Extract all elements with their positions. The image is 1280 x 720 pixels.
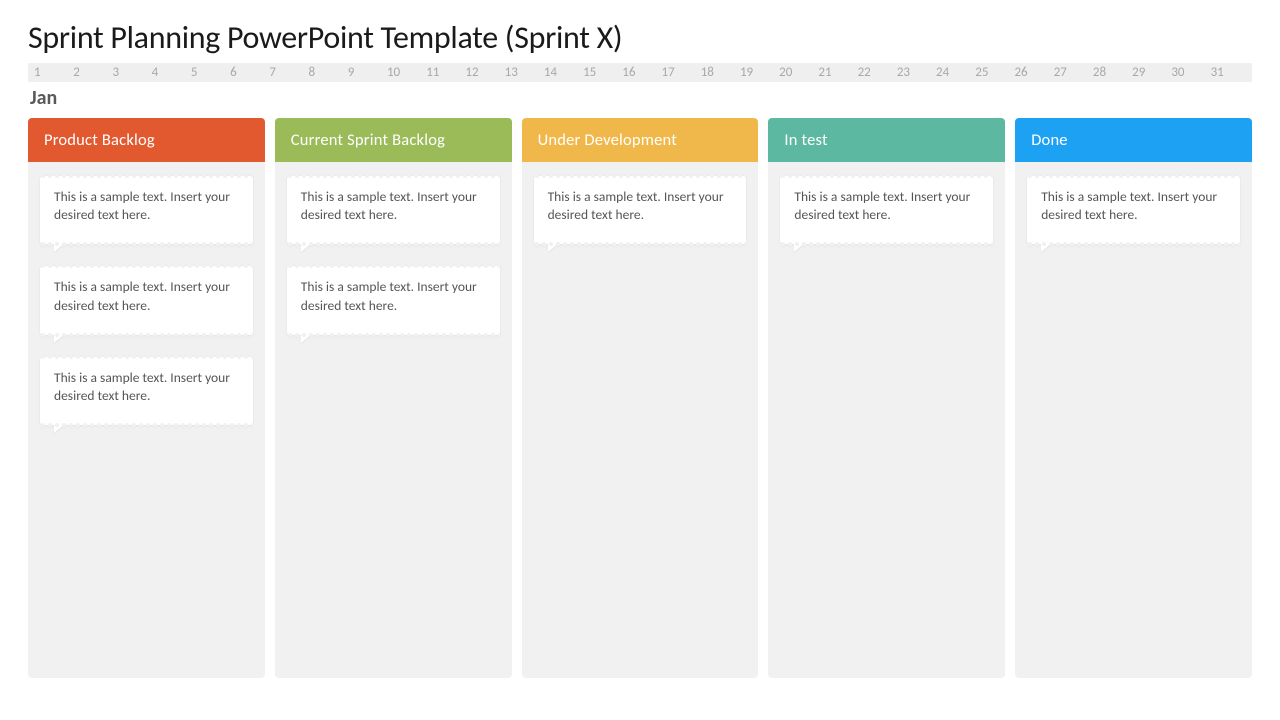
task-card[interactable]: This is a sample text. Insert your desir… (287, 176, 500, 244)
speech-tail-icon (548, 242, 560, 252)
day-number: 18 (699, 65, 738, 80)
kanban-board: Product Backlog This is a sample text. In… (28, 118, 1252, 678)
kanban-column: Product Backlog This is a sample text. In… (28, 118, 265, 678)
speech-tail-icon (1041, 242, 1053, 252)
speech-tail-icon (301, 333, 313, 343)
day-number: 15 (581, 65, 620, 80)
kanban-column: Done This is a sample text. Insert your d… (1015, 118, 1252, 678)
day-number: 8 (307, 65, 346, 80)
day-number: 11 (424, 65, 463, 80)
day-number: 29 (1130, 65, 1169, 80)
column-header: Done (1015, 118, 1252, 162)
column-header: Under Development (522, 118, 759, 162)
day-number: 10 (385, 65, 424, 80)
column-header: In test (768, 118, 1005, 162)
day-number: 27 (1052, 65, 1091, 80)
day-number: 1 (32, 65, 71, 80)
day-number: 17 (660, 65, 699, 80)
page-title: Sprint Planning PowerPoint Template (Spr… (28, 18, 1252, 57)
day-number: 25 (973, 65, 1012, 80)
day-number: 23 (895, 65, 934, 80)
day-number: 19 (738, 65, 777, 80)
kanban-column: Current Sprint Backlog This is a sample t… (275, 118, 512, 678)
task-card[interactable]: This is a sample text. Insert your desir… (780, 176, 993, 244)
task-card[interactable]: This is a sample text. Insert your desir… (534, 176, 747, 244)
task-card[interactable]: This is a sample text. Insert your desir… (40, 357, 253, 425)
day-number: 22 (856, 65, 895, 80)
kanban-column: Under Development This is a sample text. … (522, 118, 759, 678)
day-number: 12 (463, 65, 502, 80)
day-number: 3 (110, 65, 149, 80)
day-number: 21 (816, 65, 855, 80)
day-number: 31 (1209, 65, 1248, 80)
task-card[interactable]: This is a sample text. Insert your desir… (1027, 176, 1240, 244)
day-number: 30 (1169, 65, 1208, 80)
day-number: 20 (777, 65, 816, 80)
column-body: This is a sample text. Insert your desir… (768, 162, 1005, 678)
day-ruler: 1234567891011121314151617181920212223242… (28, 63, 1252, 82)
column-body: This is a sample text. Insert your desir… (1015, 162, 1252, 678)
day-number: 13 (503, 65, 542, 80)
speech-tail-icon (301, 242, 313, 252)
task-card[interactable]: This is a sample text. Insert your desir… (40, 176, 253, 244)
kanban-column: In test This is a sample text. Insert you… (768, 118, 1005, 678)
day-number: 14 (542, 65, 581, 80)
day-number: 24 (934, 65, 973, 80)
task-card[interactable]: This is a sample text. Insert your desir… (40, 266, 253, 334)
day-number: 26 (1012, 65, 1051, 80)
day-number: 7 (267, 65, 306, 80)
column-header: Current Sprint Backlog (275, 118, 512, 162)
column-header: Product Backlog (28, 118, 265, 162)
speech-tail-icon (794, 242, 806, 252)
column-body: This is a sample text. Insert your desir… (28, 162, 265, 678)
speech-tail-icon (54, 333, 66, 343)
day-number: 4 (150, 65, 189, 80)
day-number: 16 (620, 65, 659, 80)
speech-tail-icon (54, 242, 66, 252)
day-number: 5 (189, 65, 228, 80)
day-number: 28 (1091, 65, 1130, 80)
day-number: 2 (71, 65, 110, 80)
speech-tail-icon (54, 423, 66, 433)
day-number: 9 (346, 65, 385, 80)
task-card[interactable]: This is a sample text. Insert your desir… (287, 266, 500, 334)
day-number: 6 (228, 65, 267, 80)
month-label: Jan (30, 86, 1252, 110)
column-body: This is a sample text. Insert your desir… (522, 162, 759, 678)
column-body: This is a sample text. Insert your desir… (275, 162, 512, 678)
